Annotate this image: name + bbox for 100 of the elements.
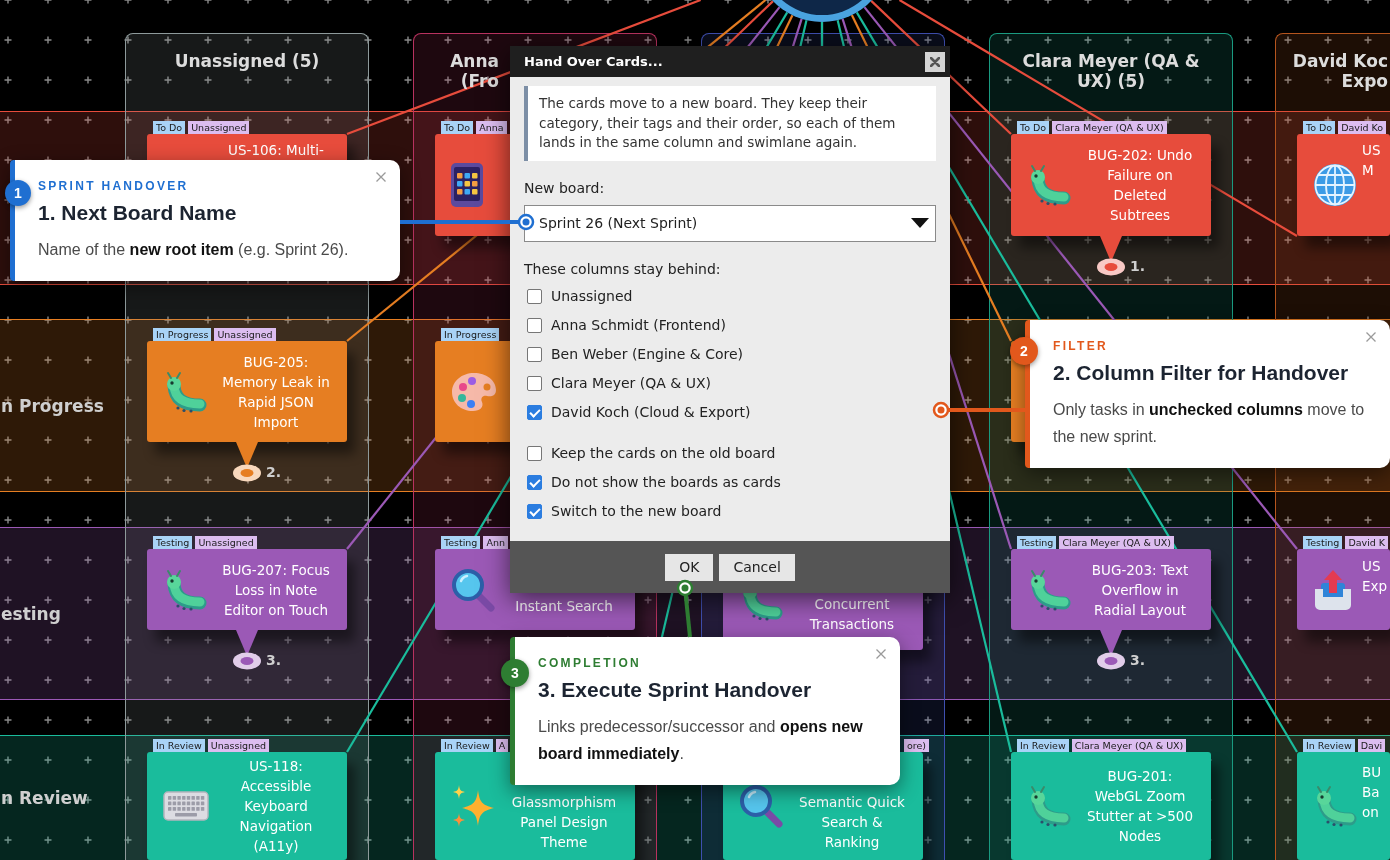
checkbox-label: Switch to the new board <box>551 502 722 520</box>
card-title: Concurrent Transactions <box>808 595 896 634</box>
step-badge: 3 <box>501 659 529 687</box>
magnifier-icon <box>739 784 783 828</box>
checkbox[interactable] <box>527 375 542 391</box>
app-grid-icon <box>451 163 483 207</box>
status-tag: In Progress <box>441 328 500 341</box>
globe-icon <box>1313 163 1357 207</box>
keyboard-icon <box>163 791 209 821</box>
close-icon <box>930 56 940 67</box>
tooltip-title: 1. Next Board Name <box>38 200 237 226</box>
checkbox[interactable] <box>527 474 542 490</box>
status-tag: To Do <box>153 121 186 134</box>
swimlane-label: n Review <box>0 788 88 808</box>
assignee-tag: Ann <box>483 536 508 549</box>
magnifier-icon <box>451 567 495 612</box>
checkbox-label: Clara Meyer (QA & UX) <box>551 374 711 392</box>
pin-icon <box>232 442 262 482</box>
assignee-tag: Clara Meyer (QA & UX) <box>1071 739 1187 752</box>
tooltip-title: 3. Execute Sprint Handover <box>538 677 812 703</box>
field-label: These columns stay behind: <box>524 259 721 279</box>
assignee-tag: ore) <box>903 739 929 752</box>
checkbox-label: Keep the cards on the old board <box>551 444 776 462</box>
column-header: David Koc Expo <box>1292 51 1388 91</box>
order-label: 3. <box>1130 652 1146 668</box>
card-title: BUG-202: Undo Failure on Deleted Subtrees <box>1086 146 1194 225</box>
close-icon <box>1366 332 1376 342</box>
status-tag: Testing <box>1017 536 1057 549</box>
task-card[interactable]: US Exp <box>1297 549 1390 630</box>
checkbox-label: Anna Schmidt (Frontend) <box>551 316 726 334</box>
ok-button[interactable]: OK <box>665 553 714 581</box>
card-title: BUG-203: Text Overflow in Radial Layout <box>1090 560 1190 620</box>
tooltip-title: 2. Column Filter for Handover <box>1053 360 1349 386</box>
close-icon <box>376 172 386 182</box>
root-node[interactable] <box>771 0 873 22</box>
close-button[interactable] <box>925 51 945 72</box>
tooltip-text: Only tasks in unchecked columns move to the new sprint. <box>1053 400 1366 447</box>
task-card[interactable]: BUG-205: Memory Leak in Rapid JSON Import <box>147 341 347 442</box>
assignee-tag: Davi <box>1357 739 1386 752</box>
card-title: BU Ba on <box>1362 763 1383 822</box>
checkbox[interactable] <box>527 317 542 333</box>
assignee-tag: David K <box>1345 536 1389 549</box>
card-title: BUG-201: WebGL Zoom Stutter at >500 Nodes <box>1085 767 1195 846</box>
status-tag: To Do <box>441 121 474 134</box>
order-label: 3. <box>266 652 282 668</box>
status-tag: In Review <box>1017 739 1069 752</box>
info-note: The cards move to a new board. They keep their category, their tags and their order, so each of them lands in the same column and swimlane again. <box>524 86 936 161</box>
assignee-tag: Unassigned <box>188 121 250 134</box>
card-title: US-118: Accessible Keyboard Navigation (A11y) <box>238 757 314 856</box>
assignee-tag: Clara Meyer (QA & UX) <box>1059 536 1174 549</box>
card-title: US Exp <box>1362 557 1389 596</box>
card-title: Semantic Quick Search & Ranking <box>798 793 906 852</box>
status-tag: In Review <box>441 739 493 752</box>
card-title: BUG-207: Focus Loss in Note Editor on Touch <box>221 560 331 620</box>
field-label: New board: <box>524 178 605 198</box>
column-header: Unassigned (5) <box>174 51 320 71</box>
cancel-button[interactable]: Cancel <box>719 553 795 581</box>
task-card[interactable]: BUG-207: Focus Loss in Note Editor on Touch <box>147 549 347 630</box>
status-tag: In Review <box>1303 739 1355 752</box>
status-tag: In Review <box>153 739 205 752</box>
tooltip-category: FILTER <box>1053 338 1108 354</box>
step-badge: 1 <box>5 180 31 206</box>
column-header: Clara Meyer (QA & UX) (5) <box>1022 51 1200 91</box>
step-badge: 2 <box>1010 337 1038 365</box>
status-tag: Testing <box>153 536 193 549</box>
status-tag: To Do <box>1017 121 1050 134</box>
assignee-tag: Unassigned <box>214 328 276 341</box>
assignee-tag: Unassigned <box>207 739 269 752</box>
tooltip-text: Name of the new root item (e.g. Sprint 26). <box>38 240 350 260</box>
card-title: BUG-205: Memory Leak in Rapid JSON Import <box>221 352 331 432</box>
card-title: Instant Search <box>515 597 613 616</box>
task-card[interactable]: US-118: Accessible Keyboard Navigation (A11y) <box>147 752 347 860</box>
task-card[interactable]: BUG-202: Undo Failure on Deleted Subtrees <box>1011 134 1211 236</box>
caret-icon <box>911 218 929 228</box>
card-title: Glassmorphism Panel Design Theme <box>510 793 618 852</box>
order-label: 2. <box>266 464 282 480</box>
task-card[interactable]: BUG-201: WebGL Zoom Stutter at >500 Nodes <box>1011 752 1211 860</box>
task-card[interactable]: BU Ba on <box>1297 752 1390 860</box>
checkbox[interactable] <box>527 445 542 461</box>
board-dropdown[interactable]: Sprint 26 (Next Sprint) <box>524 204 936 242</box>
checkbox[interactable] <box>527 404 542 420</box>
tooltip-category: COMPLETION <box>538 655 641 671</box>
assignee-tag: Anna <box>476 121 507 134</box>
checkbox[interactable] <box>527 503 542 519</box>
assignee-tag: Unassigned <box>195 536 257 549</box>
tray-arrow-icon <box>1313 568 1353 611</box>
checkbox-label: Unassigned <box>551 287 633 305</box>
order-label: 1. <box>1130 258 1146 274</box>
task-card[interactable]: BUG-203: Text Overflow in Radial Layout <box>1011 549 1211 630</box>
status-tag: In Progress <box>153 328 212 341</box>
swimlane-label: esting <box>0 603 61 624</box>
card-title: US-106: Multi- <box>228 141 324 160</box>
task-card[interactable]: US M <box>1297 134 1390 236</box>
checkbox-label: David Koch (Cloud & Export) <box>551 403 751 421</box>
tooltip-category: SPRINT HANDOVER <box>38 178 189 194</box>
card-title: US M <box>1362 141 1382 180</box>
close-icon <box>876 649 886 659</box>
checkbox-label: Ben Weber (Engine & Core) <box>551 345 743 363</box>
checkbox[interactable] <box>527 346 542 362</box>
checkbox[interactable] <box>527 288 542 304</box>
